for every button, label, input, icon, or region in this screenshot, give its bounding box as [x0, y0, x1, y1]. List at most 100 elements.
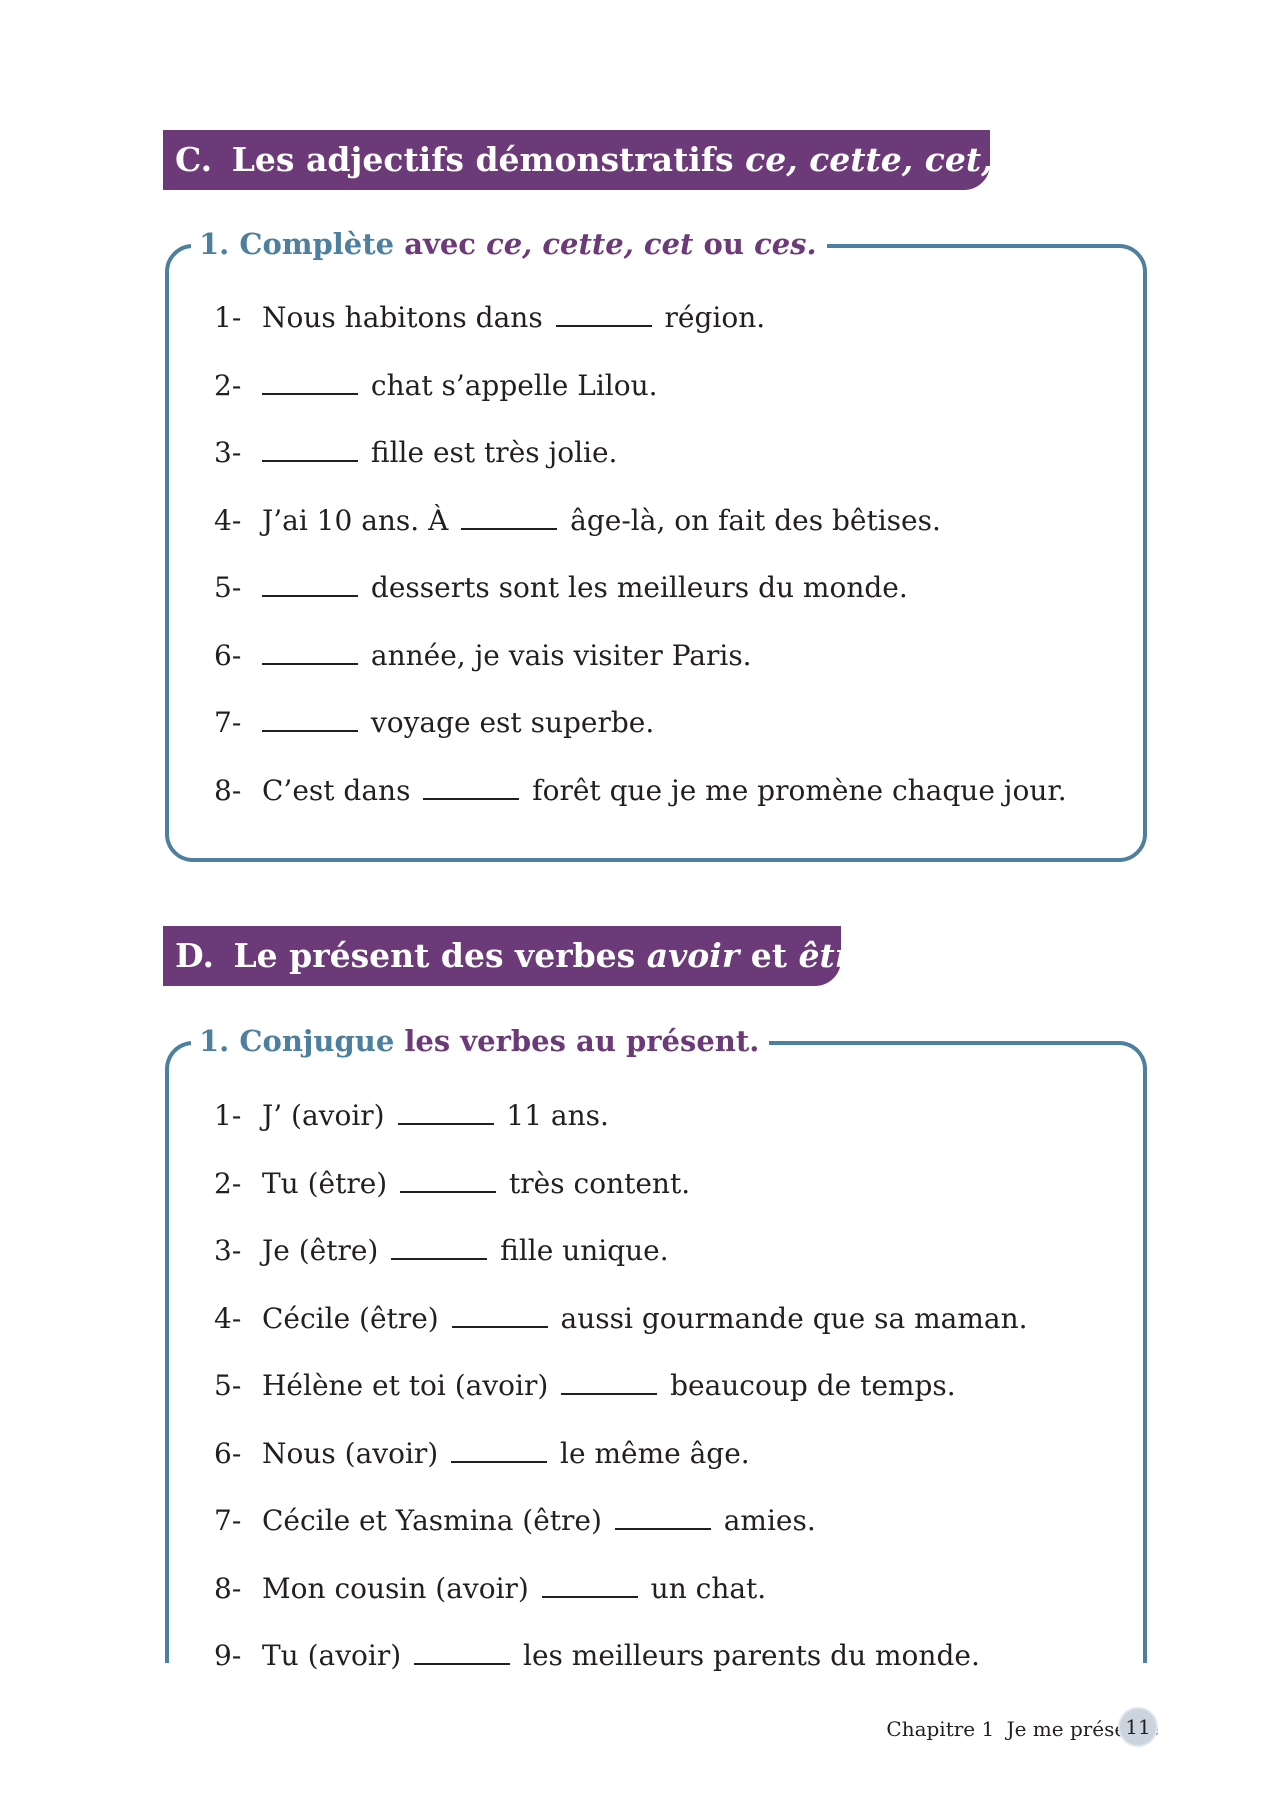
exercise-verb: Complète	[239, 227, 395, 261]
answer-blank[interactable]	[541, 1570, 638, 1598]
list-item: 7- voyage est superbe.	[214, 703, 654, 743]
answer-blank[interactable]	[262, 569, 358, 597]
list-item: 6- année, je vais visiter Paris.	[214, 636, 752, 676]
item-text-after: âge-là, on fait des bêtises.	[570, 503, 941, 537]
answer-blank[interactable]	[262, 637, 358, 665]
item-text-after: les meilleurs parents du monde.	[522, 1639, 980, 1672]
answer-blank[interactable]	[414, 1637, 511, 1665]
item-text-after: desserts sont les meilleurs du monde.	[370, 571, 908, 604]
item-text-before: C’est dans	[262, 773, 411, 807]
item-text-before: Tu (être)	[262, 1166, 388, 1200]
answer-blank[interactable]	[262, 367, 358, 395]
item-text-before: Je (être)	[262, 1234, 379, 1267]
exercise-verb: Conjugue	[239, 1024, 395, 1058]
item-number: 1-	[214, 1099, 242, 1132]
list-item: 2- Tu (être) très content.	[214, 1164, 690, 1204]
answer-blank[interactable]	[561, 1367, 658, 1395]
answer-blank[interactable]	[262, 434, 358, 462]
answer-blank[interactable]	[451, 1300, 548, 1328]
list-item: 5- Hélène et toi (avoir) beaucoup de temp…	[214, 1366, 956, 1406]
exercise-italic: ce, cette, cet	[486, 227, 694, 261]
item-number: 1-	[214, 301, 242, 334]
item-number: 5-	[214, 571, 242, 604]
section-d-title-italic-2: être	[798, 936, 874, 975]
list-item: 3- fille est très jolie.	[214, 433, 617, 473]
section-c-banner: C. Les adjectifs démonstratifs ce, cette…	[163, 130, 1064, 190]
section-d-title-mid: et	[750, 936, 787, 975]
list-item: 8- Mon cousin (avoir) un chat.	[214, 1569, 766, 1609]
section-c-letter: C.	[175, 140, 213, 179]
page-number-badge: 11	[1118, 1707, 1158, 1747]
item-text-after: amies.	[723, 1504, 816, 1537]
exercise-d1-title: 1. Conjugue les verbes au présent.	[191, 1021, 770, 1061]
footer-chapter: Chapitre 1	[886, 1717, 995, 1741]
answer-blank[interactable]	[555, 299, 652, 327]
item-number: 4-	[214, 503, 242, 537]
section-d-title: Le présent des verbes	[233, 936, 636, 975]
item-number: 9-	[214, 1639, 242, 1672]
answer-blank[interactable]	[397, 1097, 494, 1125]
item-text-before: Cécile et Yasmina (être)	[262, 1504, 602, 1537]
item-number: 7-	[214, 706, 242, 739]
item-text-before: Mon cousin (avoir)	[262, 1571, 529, 1605]
exercise-text: les verbes au présent.	[404, 1024, 760, 1058]
item-text-after: voyage est superbe.	[370, 706, 655, 739]
item-text-after: chat s’appelle Lilou.	[370, 368, 658, 402]
list-item: 1- Nous habitons dans région.	[214, 298, 765, 338]
section-c-title: Les adjectifs démonstratifs	[231, 140, 734, 179]
exercise-number: 1.	[199, 227, 230, 261]
item-text-after: le même âge.	[560, 1436, 750, 1470]
item-number: 8-	[214, 773, 242, 807]
list-item: 9- Tu (avoir) les meilleurs parents du mo…	[214, 1636, 980, 1676]
item-text-after: année, je vais visiter Paris.	[370, 638, 752, 672]
list-item: 1- J’ (avoir) 11 ans.	[214, 1096, 609, 1136]
exercise-connector: ou	[703, 227, 744, 261]
list-item: 2- chat s’appelle Lilou.	[214, 366, 658, 406]
section-c-title-italic: ce, cette, cet, ces	[745, 140, 1064, 179]
item-text-after: beaucoup de temps.	[670, 1369, 956, 1402]
item-number: 6-	[214, 1436, 242, 1470]
item-text-after: région.	[664, 301, 766, 334]
item-text-after: forêt que je me promène chaque jour.	[532, 773, 1067, 807]
answer-blank[interactable]	[400, 1165, 497, 1193]
item-text-after: très content.	[509, 1166, 691, 1200]
list-item: 4- J’ai 10 ans. À âge-là, on fait des bêt…	[214, 501, 941, 541]
item-text-after: fille unique.	[500, 1234, 669, 1267]
item-number: 2-	[214, 1166, 242, 1200]
item-text-before: Tu (avoir)	[262, 1639, 402, 1672]
exercise-number: 1.	[199, 1024, 230, 1058]
answer-blank[interactable]	[461, 502, 558, 530]
answer-blank[interactable]	[614, 1502, 711, 1530]
exercise-text: avec	[404, 227, 476, 261]
exercise-d1-box: 1. Conjugue les verbes au présent. 1- J’ …	[165, 1021, 1147, 1672]
item-number: 7-	[214, 1504, 242, 1537]
list-item: 4- Cécile (être) aussi gourmande que sa m…	[214, 1299, 1028, 1339]
item-text-before: Nous habitons dans	[262, 301, 543, 334]
exercise-c1-box: 1. Complète avec ce, cette, cet ou ces. …	[165, 224, 1147, 862]
list-item: 5- desserts sont les meilleurs du monde.	[214, 568, 908, 608]
section-d-title-italic-1: avoir	[646, 936, 740, 975]
item-number: 4-	[214, 1301, 242, 1335]
list-item: 6- Nous (avoir) le même âge.	[214, 1434, 750, 1474]
item-text-after: fille est très jolie.	[370, 436, 618, 469]
exercise-c1-title: 1. Complète avec ce, cette, cet ou ces.	[191, 224, 827, 264]
answer-blank[interactable]	[423, 772, 520, 800]
item-number: 6-	[214, 638, 242, 672]
item-text-before: J’ (avoir)	[262, 1099, 385, 1132]
item-text-after: 11 ans.	[506, 1099, 609, 1132]
item-text-before: Cécile (être)	[262, 1301, 439, 1335]
answer-blank[interactable]	[451, 1435, 548, 1463]
list-item: 3- Je (être) fille unique.	[214, 1231, 669, 1271]
item-text-after: un chat.	[650, 1571, 767, 1605]
section-d-letter: D.	[175, 936, 214, 975]
answer-blank[interactable]	[262, 704, 358, 732]
answer-blank[interactable]	[391, 1232, 488, 1260]
item-number: 8-	[214, 1571, 242, 1605]
item-text-after: aussi gourmande que sa maman.	[560, 1301, 1028, 1335]
item-number: 3-	[214, 1234, 242, 1267]
item-number: 2-	[214, 368, 242, 402]
item-text-before: Nous (avoir)	[262, 1436, 439, 1470]
section-d-banner: D. Le présent des verbes avoir et être	[163, 926, 873, 986]
item-text-before: Hélène et toi (avoir)	[262, 1369, 549, 1402]
item-number: 5-	[214, 1369, 242, 1402]
